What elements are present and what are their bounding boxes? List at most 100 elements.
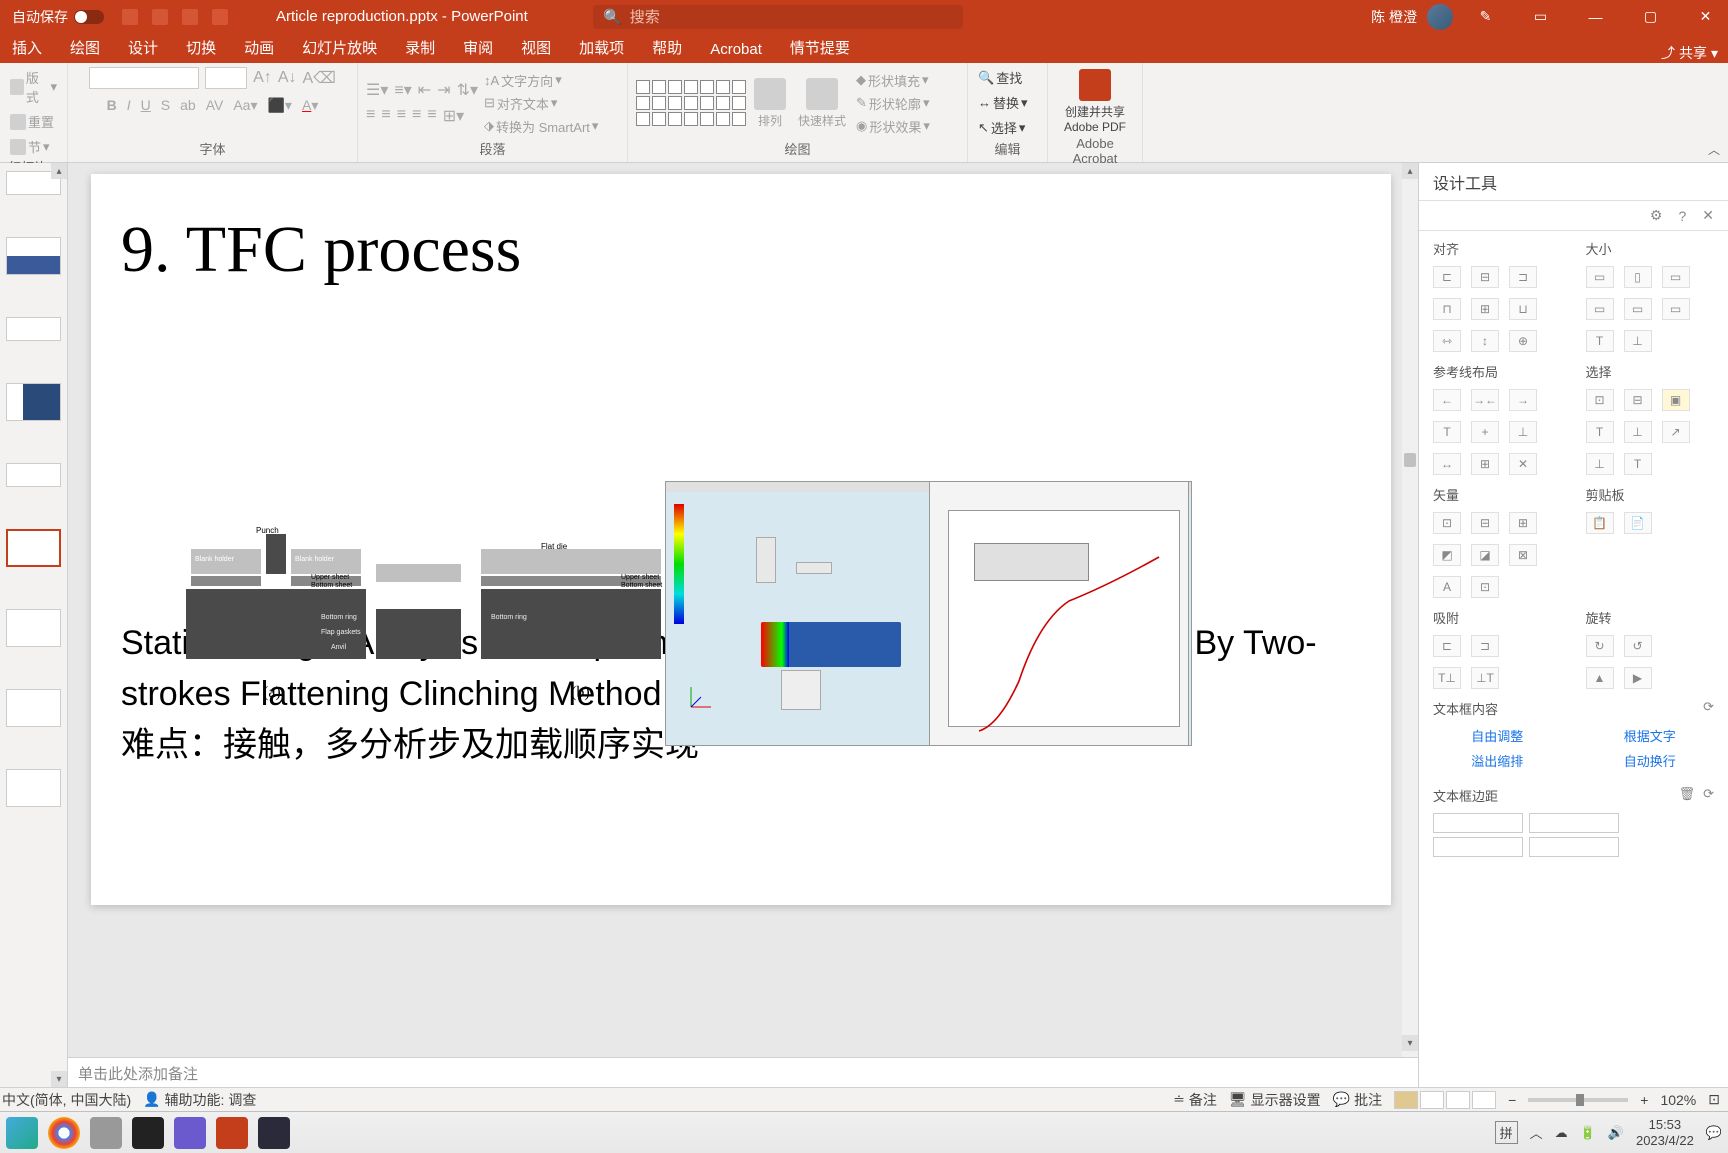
size-tool-7[interactable]: T xyxy=(1586,330,1614,352)
italic-button[interactable]: I xyxy=(127,97,131,114)
close-button[interactable]: ✕ xyxy=(1683,0,1728,33)
sel-7[interactable]: ⊥ xyxy=(1586,453,1614,475)
language-indicator[interactable]: 中文(简体, 中国大陆) xyxy=(2,1090,131,1110)
size-tool-8[interactable]: ⊥ xyxy=(1624,330,1652,352)
accessibility-button[interactable]: 👤辅助功能: 调查 xyxy=(143,1090,256,1110)
vec-1[interactable]: ⊡ xyxy=(1433,512,1461,534)
bold-button[interactable]: B xyxy=(107,97,117,114)
replace-button[interactable]: ↔替换▾ xyxy=(976,92,1030,113)
text-direction-button[interactable]: ↕A文字方向▾ xyxy=(482,70,600,91)
align-center-button[interactable]: ≡ xyxy=(381,106,390,126)
display-settings-button[interactable]: 🖥显示器设置 xyxy=(1229,1090,1321,1110)
margin-input-4[interactable] xyxy=(1529,837,1619,857)
redo-icon[interactable] xyxy=(182,9,198,25)
zoom-in-button[interactable]: + xyxy=(1640,1092,1648,1108)
notes-pane[interactable]: 单击此处添加备注 xyxy=(68,1057,1418,1087)
margin-input-2[interactable] xyxy=(1529,813,1619,833)
reading-view-button[interactable] xyxy=(1446,1091,1470,1109)
dist-h-tool[interactable]: ⇿ xyxy=(1433,330,1461,352)
volume-icon[interactable]: 🔊 xyxy=(1608,1125,1624,1141)
rot-4[interactable]: ▶ xyxy=(1624,667,1652,689)
margin-input-3[interactable] xyxy=(1433,837,1523,857)
sel-5[interactable]: ⊥ xyxy=(1624,421,1652,443)
taskview-icon[interactable] xyxy=(90,1117,122,1149)
font-color-button[interactable]: A▾ xyxy=(302,97,318,114)
thumb-scroll-up[interactable]: ▴ xyxy=(51,163,67,179)
tab-slideshow[interactable]: 幻灯片放映 xyxy=(288,32,391,63)
vec-4[interactable]: ◩ xyxy=(1433,544,1461,566)
user-avatar[interactable] xyxy=(1427,4,1453,30)
zoom-slider[interactable] xyxy=(1528,1098,1628,1102)
size-tool-2[interactable]: ▯ xyxy=(1624,266,1652,288)
reset-button[interactable]: 重置 xyxy=(8,111,56,132)
comments-button[interactable]: 💬批注 xyxy=(1333,1090,1382,1110)
align-right-tool[interactable]: ⊐ xyxy=(1509,266,1537,288)
increase-font-icon[interactable]: A↑ xyxy=(253,69,272,87)
align-center-h-tool[interactable]: ⊟ xyxy=(1471,266,1499,288)
vec-8[interactable]: ⊡ xyxy=(1471,576,1499,598)
auto-wrap-link[interactable]: 自动换行 xyxy=(1586,751,1715,770)
zoom-value[interactable]: 102% xyxy=(1660,1092,1696,1108)
battery-icon[interactable]: 🔋 xyxy=(1580,1125,1596,1141)
vec-3[interactable]: ⊞ xyxy=(1509,512,1537,534)
sel-8[interactable]: T xyxy=(1624,453,1652,475)
clear-format-icon[interactable]: A⌫ xyxy=(303,68,336,88)
align-bottom-tool[interactable]: ⊔ xyxy=(1509,298,1537,320)
slideshow-view-button[interactable] xyxy=(1472,1091,1496,1109)
app-icon-2[interactable] xyxy=(258,1117,290,1149)
sel-1[interactable]: ⊡ xyxy=(1586,389,1614,411)
shape-fill-button[interactable]: ◆形状填充▾ xyxy=(854,70,932,91)
size-tool-6[interactable]: ▭ xyxy=(1662,298,1690,320)
tab-addins[interactable]: 加载项 xyxy=(565,32,638,63)
align-text-button[interactable]: ⊟对齐文本▾ xyxy=(482,93,600,114)
scroll-thumb[interactable] xyxy=(1404,453,1416,467)
normal-view-button[interactable] xyxy=(1394,1091,1418,1109)
pen-icon[interactable]: ✎ xyxy=(1463,0,1508,33)
align-middle-tool[interactable]: ⊞ xyxy=(1471,298,1499,320)
notes-button[interactable]: ≐备注 xyxy=(1173,1090,1217,1110)
shape-outline-button[interactable]: ✎形状轮廓▾ xyxy=(854,93,932,114)
start-button[interactable] xyxy=(6,1117,38,1149)
smartart-button[interactable]: ⬗转换为 SmartArt▾ xyxy=(482,116,600,137)
align-right-button[interactable]: ≡ xyxy=(397,106,406,126)
ads-4[interactable]: ⊥T xyxy=(1471,667,1499,689)
arrange-button[interactable]: 排列 xyxy=(750,76,790,131)
delete-icon[interactable]: 🗑 xyxy=(1679,786,1696,805)
guide-6[interactable]: ⊥ xyxy=(1509,421,1537,443)
size-tool-3[interactable]: ▭ xyxy=(1662,266,1690,288)
clip-1[interactable]: 📋 xyxy=(1586,512,1614,534)
clip-2[interactable]: 📄 xyxy=(1624,512,1652,534)
guide-4[interactable]: T xyxy=(1433,421,1461,443)
columns-button[interactable]: ⊞▾ xyxy=(443,106,464,126)
tab-insert[interactable]: 插入 xyxy=(0,32,56,63)
sorter-view-button[interactable] xyxy=(1420,1091,1444,1109)
indent-left-button[interactable]: ⇤ xyxy=(418,80,431,100)
auto-adjust-link[interactable]: 自由调整 xyxy=(1433,726,1562,745)
save-icon[interactable] xyxy=(122,9,138,25)
zoom-out-button[interactable]: − xyxy=(1508,1092,1516,1108)
slide-canvas[interactable]: 9. TFC process Punch Blank holder Blank … xyxy=(91,174,1391,905)
decrease-font-icon[interactable]: A↓ xyxy=(278,69,297,87)
highlight-button[interactable]: ⬛▾ xyxy=(268,97,292,114)
vec-5[interactable]: ◪ xyxy=(1471,544,1499,566)
maximize-button[interactable]: ▢ xyxy=(1628,0,1673,33)
thumb-scroll-down[interactable]: ▾ xyxy=(51,1071,67,1087)
guide-1[interactable]: ← xyxy=(1433,389,1461,411)
sel-6[interactable]: ↗ xyxy=(1662,421,1690,443)
scroll-down-arrow[interactable]: ▾ xyxy=(1402,1035,1418,1051)
find-button[interactable]: 🔍查找 xyxy=(976,67,1024,88)
guide-8[interactable]: ⊞ xyxy=(1471,453,1499,475)
search-box[interactable]: 🔍 搜索 xyxy=(593,5,963,29)
numbering-button[interactable]: ≡▾ xyxy=(394,80,411,100)
refresh-icon[interactable]: ⟳ xyxy=(1703,699,1714,718)
vec-2[interactable]: ⊟ xyxy=(1471,512,1499,534)
sel-2[interactable]: ⊟ xyxy=(1624,389,1652,411)
font-family-select[interactable] xyxy=(89,67,199,89)
notifications-icon[interactable]: 💬 xyxy=(1706,1125,1722,1141)
margin-input-1[interactable] xyxy=(1433,813,1523,833)
scroll-up-arrow[interactable]: ▴ xyxy=(1402,163,1418,179)
shapes-gallery[interactable] xyxy=(636,80,746,126)
vec-6[interactable]: ⊠ xyxy=(1509,544,1537,566)
guide-3[interactable]: → xyxy=(1509,389,1537,411)
size-tool-1[interactable]: ▭ xyxy=(1586,266,1614,288)
